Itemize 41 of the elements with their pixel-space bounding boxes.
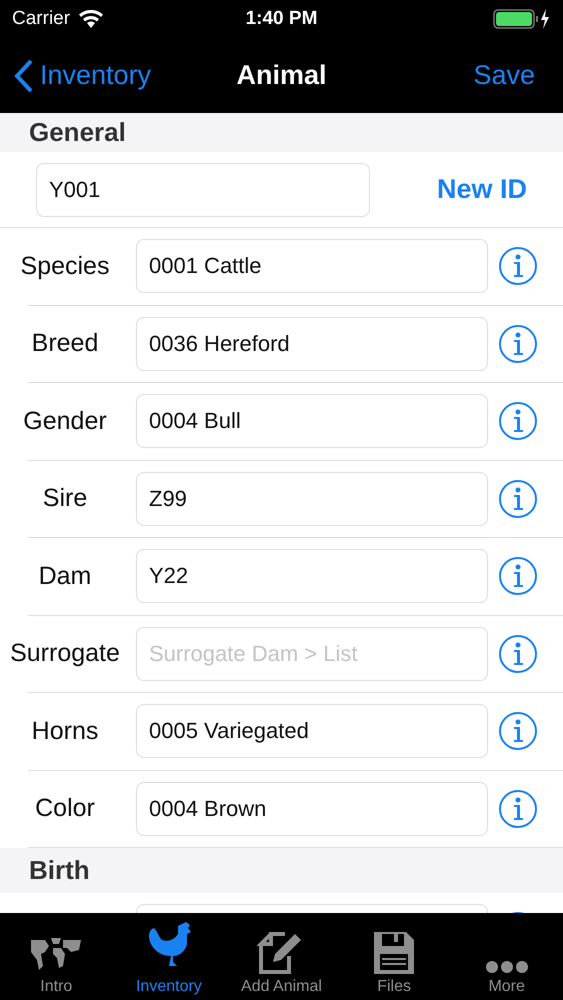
wifi-icon [78, 10, 104, 28]
tab-bar-item[interactable]: Inventory [112, 913, 226, 1000]
info-icon[interactable] [498, 711, 538, 752]
clock-time: 1:40 PM [246, 8, 318, 30]
back-chevron-icon [14, 58, 34, 92]
info-icon[interactable] [498, 324, 538, 364]
info-icon[interactable] [498, 246, 538, 286]
field-label: Sire [42, 484, 88, 514]
field-label: Surrogate [9, 639, 121, 668]
field-label: Breed [30, 329, 100, 358]
field-label: Color [34, 794, 96, 824]
info-icon[interactable] [498, 556, 538, 596]
id-field[interactable]: Y001 [36, 162, 370, 216]
field-label: Horns [30, 716, 100, 746]
tab-bar-item[interactable]: Files [338, 913, 450, 1000]
input-field[interactable]: 0004 Bull [136, 394, 488, 448]
input-field[interactable]: Z99 [136, 472, 488, 526]
battery-icon [493, 8, 551, 30]
input-field[interactable]: 0004 Brown [136, 782, 488, 836]
screen-title: Animal [236, 60, 327, 91]
input-field[interactable]: Y22 [136, 549, 488, 604]
more-icon [484, 960, 529, 974]
info-icon[interactable] [498, 478, 538, 519]
input-field[interactable]: 0005 Variegated [136, 704, 488, 758]
field-label: Gender [22, 406, 108, 436]
back-button[interactable]: Inventory [14, 58, 152, 92]
input-field[interactable]: 0001 Cattle [136, 239, 488, 294]
tab-bar-item[interactable]: Add Animal [225, 913, 338, 1000]
info-icon[interactable] [498, 401, 538, 442]
new-id-button[interactable]: New ID [436, 174, 527, 205]
field-label: Species [20, 252, 110, 281]
save-button[interactable]: Save [473, 60, 535, 91]
tab-bar-item[interactable]: More [450, 913, 563, 1000]
info-icon[interactable] [498, 634, 538, 674]
info-icon[interactable] [498, 788, 538, 829]
carrier-label: Carrier [12, 8, 70, 30]
tab-bar-item[interactable]: Intro [0, 913, 113, 1000]
field-label: Dam [38, 562, 92, 591]
input-field[interactable]: 0036 Hereford [136, 316, 488, 371]
section-header: Birth [0, 848, 563, 893]
section-header: General [0, 113, 563, 152]
